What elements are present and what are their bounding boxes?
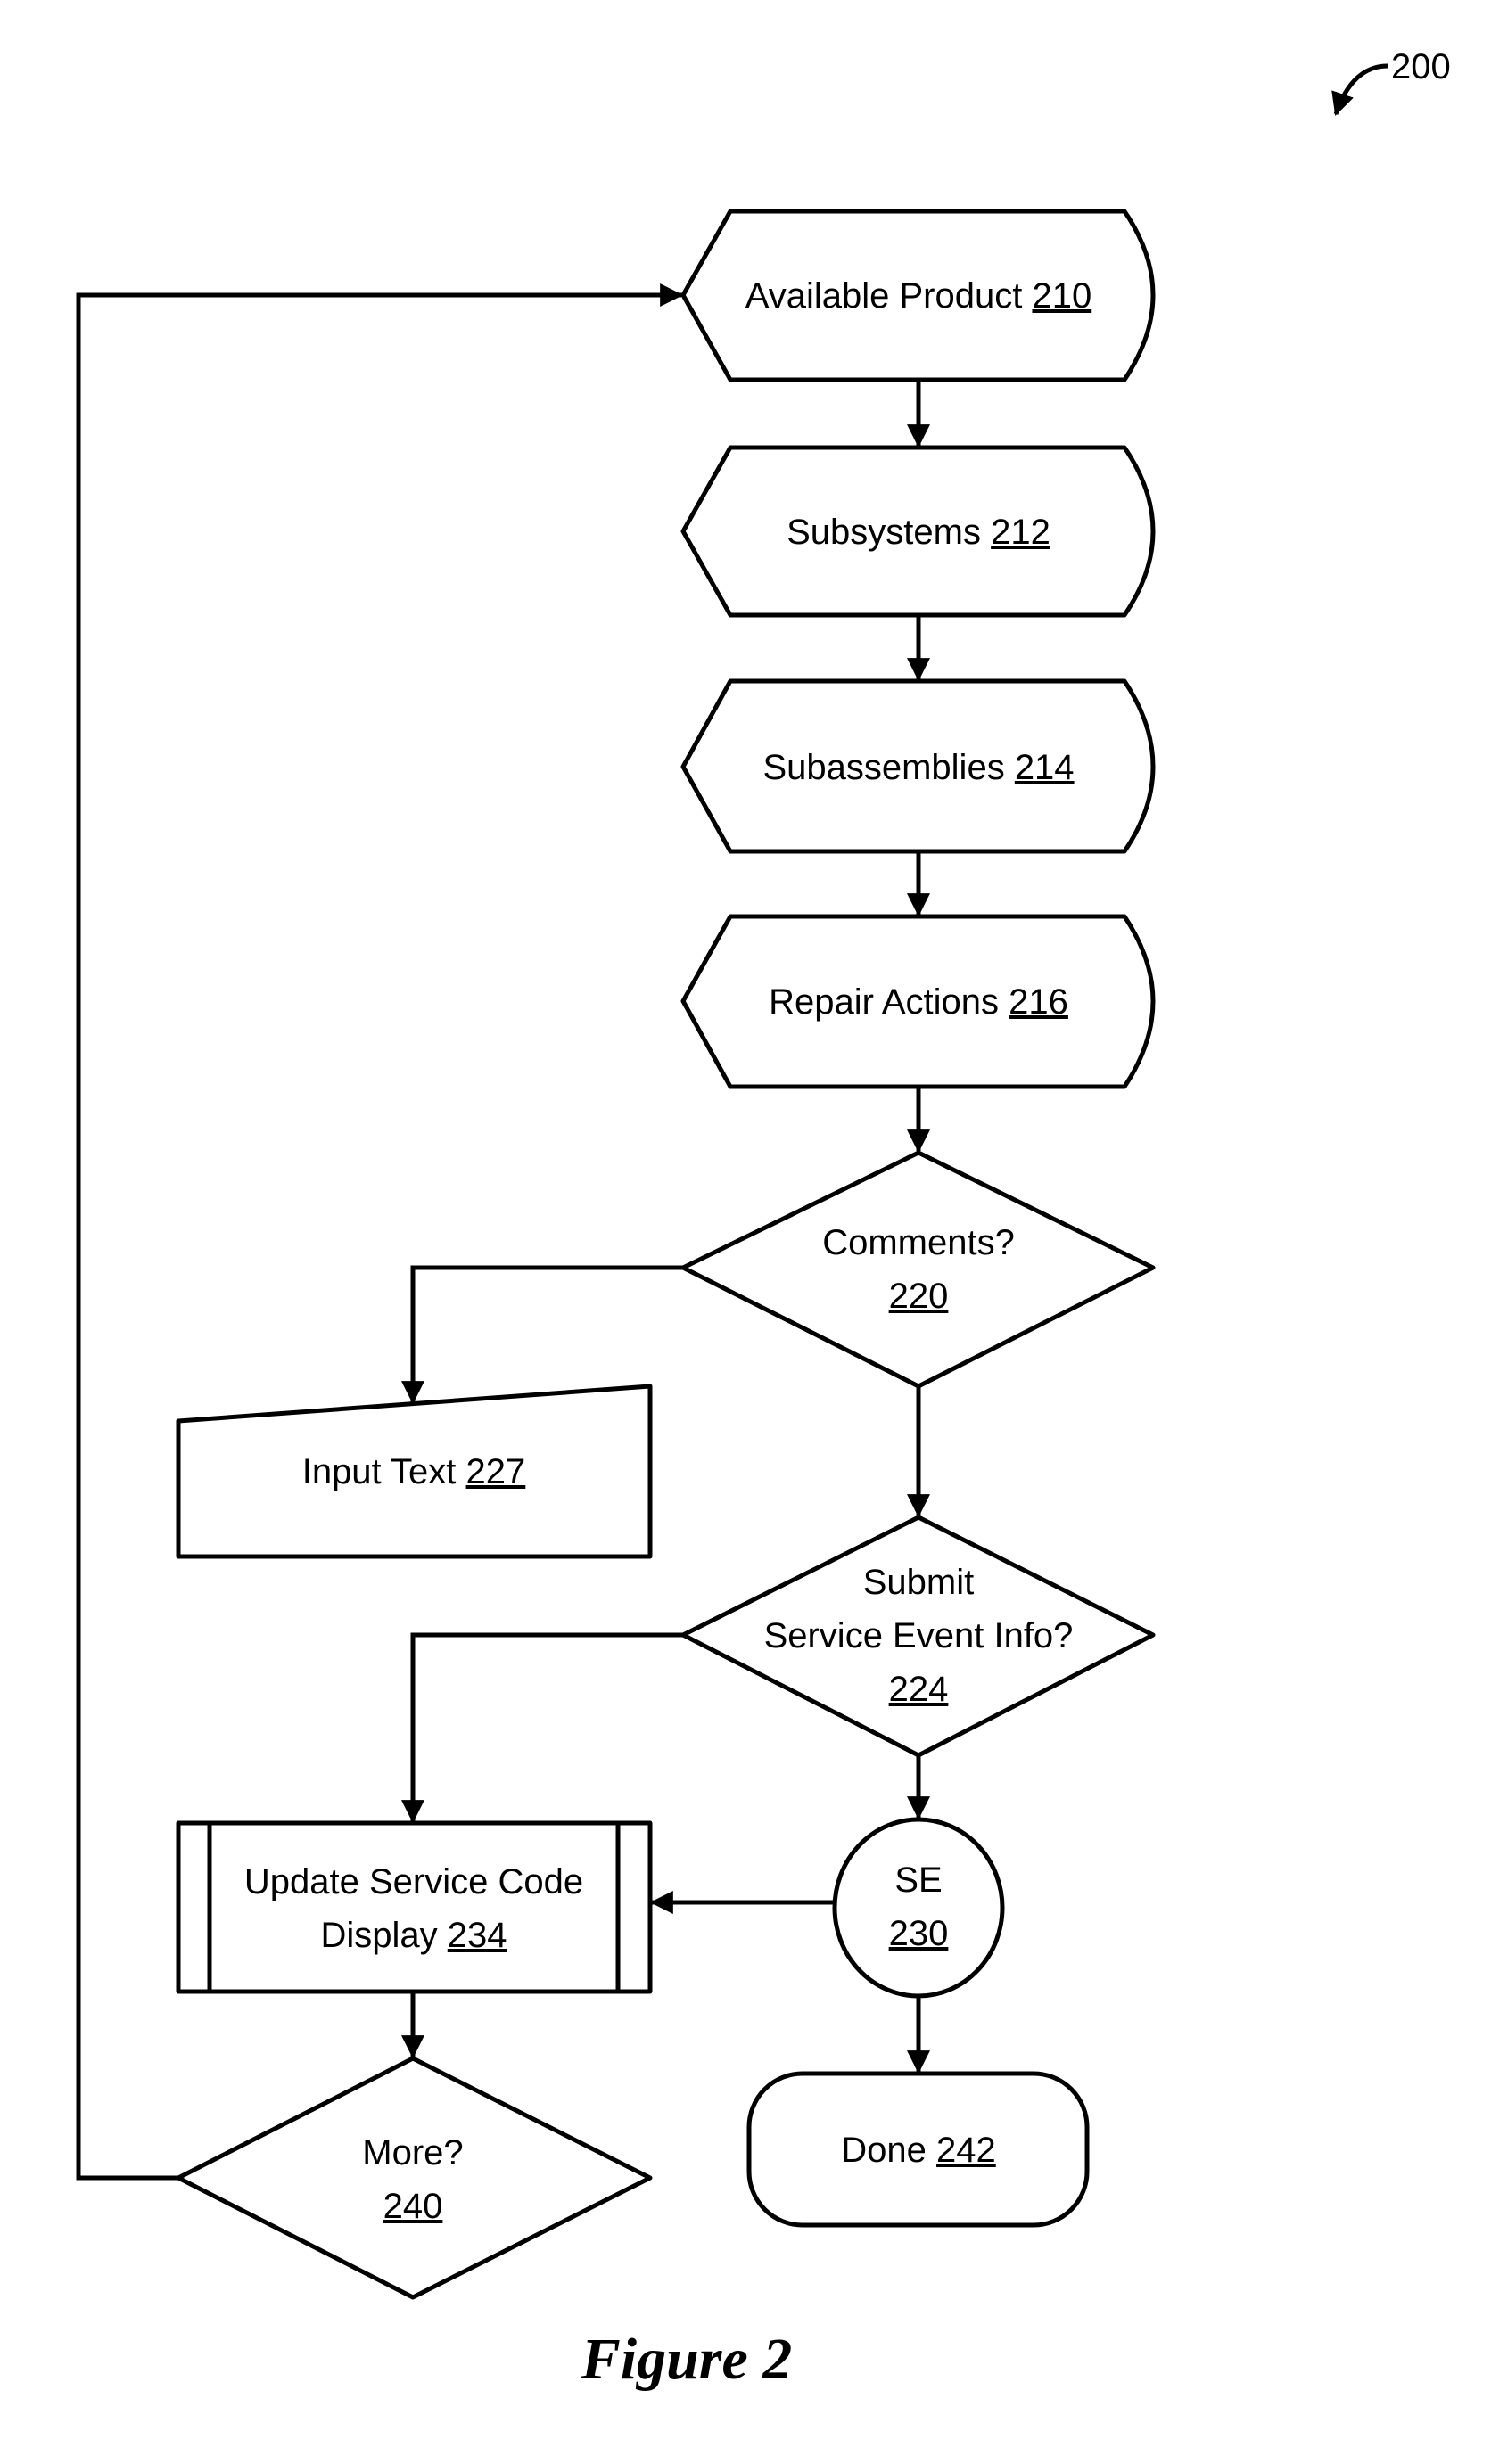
decision-ref: 220: [889, 1277, 949, 1316]
edge-220-227: [401, 1265, 683, 1405]
node-label: Input Text 227: [302, 1452, 526, 1491]
node-label-line2: Display 234: [320, 1916, 507, 1955]
decision-more[interactable]: More? 240: [176, 2056, 653, 2300]
decision-submit-service-event[interactable]: Submit Service Event Info? 224: [680, 1515, 1156, 1758]
connector-label: SE: [894, 1860, 942, 1900]
decision-comments[interactable]: Comments? 220: [680, 1150, 1156, 1389]
connector-ref: 230: [889, 1914, 949, 1953]
node-subsystems[interactable]: Subsystems 212: [680, 445, 1156, 618]
node-label: Subassemblies 214: [762, 748, 1074, 787]
decision-ref: 240: [383, 2187, 443, 2226]
figure-reference-number: 200: [1391, 47, 1451, 86]
connector-se[interactable]: SE 230: [832, 1817, 1005, 1999]
terminator-done[interactable]: Done 242: [746, 2071, 1090, 2228]
node-subassemblies[interactable]: Subassemblies 214: [680, 678, 1156, 854]
edge-224-234: [401, 1632, 683, 1824]
node-label: Available Product 210: [746, 276, 1091, 316]
decision-label: Comments?: [822, 1223, 1015, 1262]
node-label: Repair Actions 216: [769, 982, 1068, 1022]
node-repair-actions[interactable]: Repair Actions 216: [680, 914, 1156, 1089]
terminator-label: Done 242: [841, 2131, 996, 2170]
predefined-process-shape: [176, 1820, 653, 1994]
decision-label-line2: Service Event Info?: [764, 1616, 1074, 1655]
decision-ref: 224: [889, 1670, 949, 1709]
decision-label-line1: Submit: [863, 1563, 975, 1602]
decision-shape: [680, 1150, 1156, 1389]
figure-caption: Figure 2: [581, 2327, 793, 2392]
node-label: Subsystems 212: [787, 513, 1050, 552]
decision-shape: [176, 2056, 653, 2300]
decision-label: More?: [362, 2133, 463, 2172]
node-available-product[interactable]: Available Product 210: [680, 209, 1156, 382]
figure-reference: 200: [1331, 47, 1451, 117]
node-input-text[interactable]: Input Text 227: [176, 1384, 653, 1559]
figure-reference-arrow: [1331, 63, 1388, 117]
connector-shape: [832, 1817, 1005, 1999]
flowchart: 200 Available Product 210 Subsystems 212…: [76, 47, 1451, 2392]
node-update-service-code-display[interactable]: Update Service Code Display 234: [176, 1820, 653, 1994]
node-label-line1: Update Service Code: [244, 1862, 583, 1901]
